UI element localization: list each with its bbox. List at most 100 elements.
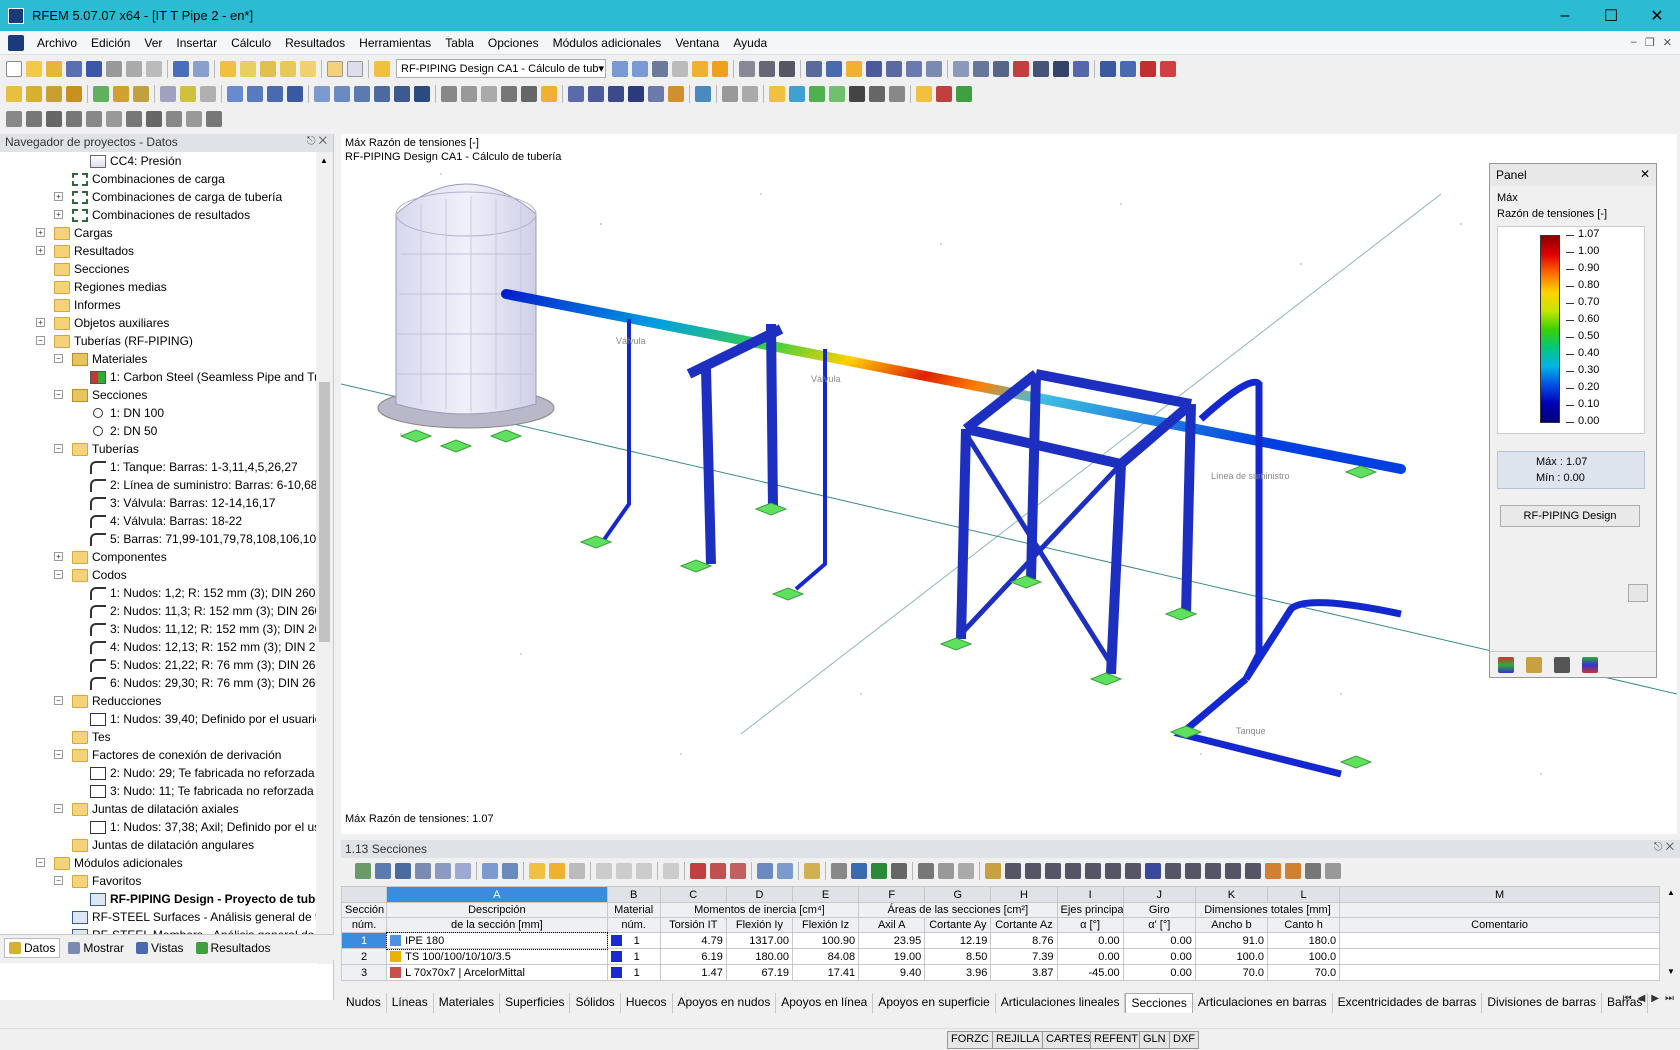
maximize-button[interactable]: ☐ bbox=[1588, 0, 1634, 31]
section-rec2-icon[interactable] bbox=[1265, 863, 1281, 879]
surfaces-icon[interactable] bbox=[906, 60, 922, 77]
open-project-icon[interactable] bbox=[46, 60, 62, 77]
save-icon[interactable] bbox=[86, 60, 102, 77]
zoom-icon[interactable] bbox=[240, 60, 256, 77]
menu-opciones[interactable]: Opciones bbox=[481, 36, 546, 50]
value-cell-i[interactable]: -45.00 bbox=[1056, 964, 1124, 981]
color-bar-icon[interactable] bbox=[936, 85, 952, 102]
table-tab[interactable]: Articulaciones en barras bbox=[1193, 993, 1333, 1013]
deformation-icon[interactable] bbox=[692, 60, 708, 77]
expand-icon[interactable]: + bbox=[36, 318, 45, 327]
save-all-icon[interactable] bbox=[66, 60, 82, 77]
tree-item[interactable]: + Resultados bbox=[0, 242, 316, 260]
tab-first-icon[interactable]: ⏮ bbox=[1623, 993, 1632, 1004]
results-toggle-icon[interactable] bbox=[652, 60, 668, 77]
panel-factors-icon[interactable] bbox=[1526, 656, 1542, 673]
layer-icon[interactable] bbox=[769, 85, 785, 102]
collapse-icon[interactable]: − bbox=[54, 354, 63, 363]
pdf-icon[interactable] bbox=[1140, 60, 1156, 77]
table-import-icon[interactable] bbox=[375, 863, 391, 879]
table-undo-icon[interactable] bbox=[529, 863, 545, 879]
column-k-header[interactable]: K bbox=[1194, 886, 1269, 903]
previous-case-icon[interactable] bbox=[612, 60, 628, 77]
tree-item[interactable]: + Objetos auxiliares bbox=[0, 314, 316, 332]
menu-ventana[interactable]: Ventana bbox=[668, 36, 726, 50]
tree-item[interactable]: Juntas de dilatación angulares bbox=[0, 836, 316, 854]
visibility-icon[interactable] bbox=[789, 85, 805, 102]
column-a-header[interactable]: A bbox=[386, 886, 608, 903]
column-j-header[interactable]: J bbox=[1122, 886, 1196, 903]
tree-item[interactable]: Secciones bbox=[0, 260, 316, 278]
table-copy-row-icon[interactable] bbox=[616, 863, 632, 879]
value-cell-f[interactable]: 19.00 bbox=[858, 948, 926, 965]
value-cell-g[interactable]: 8.50 bbox=[924, 948, 992, 965]
tree-item[interactable]: − Reducciones bbox=[0, 692, 316, 710]
panel-filter-icon[interactable] bbox=[1554, 656, 1570, 673]
comment-cell[interactable] bbox=[1339, 948, 1660, 965]
table-tab[interactable]: Apoyos en nudos bbox=[673, 993, 777, 1013]
rf-piping-design-button[interactable]: RF-PIPING Design bbox=[1500, 505, 1640, 527]
status-rejilla-button[interactable]: REJILLA bbox=[992, 1031, 1044, 1049]
table-filter-icon[interactable] bbox=[415, 863, 431, 879]
value-cell-i[interactable]: 0.00 bbox=[1056, 948, 1124, 965]
view-zoom-window-icon[interactable] bbox=[541, 85, 557, 102]
nodes-icon[interactable] bbox=[866, 60, 882, 77]
collapse-icon[interactable]: − bbox=[54, 696, 63, 705]
tank[interactable] bbox=[377, 183, 555, 429]
table-insert-row-icon[interactable] bbox=[596, 863, 612, 879]
value-cell-k[interactable]: 100.0 bbox=[1194, 948, 1269, 965]
table-tab[interactable]: Articulaciones lineales bbox=[996, 993, 1126, 1013]
result-table-icon[interactable] bbox=[779, 60, 795, 77]
table-tab[interactable]: Apoyos en superficie bbox=[873, 993, 996, 1013]
pipe-spring-icon[interactable] bbox=[186, 110, 202, 127]
table-row[interactable]: 2 TS 100/100/10/10/3.5 1 6.19 180.00 84.08 19.… bbox=[340, 948, 1660, 965]
highlight-icon[interactable] bbox=[846, 60, 862, 77]
edit-icon[interactable] bbox=[220, 60, 236, 77]
color-legend[interactable]: 1.07 1.00 0.90 0.80 0.70 0.60 0.50 0.40 … bbox=[1497, 226, 1645, 434]
menu-insertar[interactable]: Insertar bbox=[169, 36, 224, 50]
value-cell-f[interactable]: 23.95 bbox=[858, 932, 926, 949]
status-gln-button[interactable]: GLN bbox=[1139, 1031, 1170, 1049]
navigator-pin-icon[interactable]: ⎋ ✕ bbox=[307, 135, 327, 148]
tree-item[interactable]: 2: Línea de suministro: Barras: 6-10,68-… bbox=[0, 476, 316, 494]
section-hea-icon[interactable] bbox=[1025, 863, 1041, 879]
table-tab[interactable]: Superficies bbox=[500, 993, 571, 1013]
value-cell-l[interactable]: 70.0 bbox=[1266, 964, 1341, 981]
mdi-restore-icon[interactable]: ❐ bbox=[1645, 36, 1655, 49]
table-tab[interactable]: Secciones bbox=[1125, 993, 1193, 1013]
collapse-icon[interactable]: − bbox=[54, 876, 63, 885]
close-button[interactable]: ✕ bbox=[1634, 0, 1680, 31]
status-cartes-button[interactable]: CARTES bbox=[1042, 1031, 1095, 1049]
pipe-rack-frame-left[interactable] bbox=[686, 323, 784, 565]
dxf-icon[interactable] bbox=[889, 85, 905, 102]
tree-item[interactable]: 1: Tanque: Barras: 1-3,11,4,5,26,27 bbox=[0, 458, 316, 476]
value-cell-e[interactable]: 17.41 bbox=[791, 964, 860, 981]
table-pin-icon[interactable]: ⎋ ✕ bbox=[1654, 841, 1674, 854]
value-cell-j[interactable]: 0.00 bbox=[1122, 964, 1196, 981]
tab-last-icon[interactable]: ⏭ bbox=[1665, 993, 1674, 1004]
value-cell-k[interactable]: 91.0 bbox=[1194, 932, 1269, 949]
tree-item[interactable]: Informes bbox=[0, 296, 316, 314]
value-cell-c[interactable]: 4.79 bbox=[659, 932, 727, 949]
menu-herramientas[interactable]: Herramientas bbox=[352, 36, 438, 50]
section-l-icon[interactable] bbox=[1165, 863, 1181, 879]
pipe-nozzle-icon[interactable] bbox=[206, 110, 222, 127]
value-cell-i[interactable]: 0.00 bbox=[1056, 932, 1124, 949]
navigator-vscroll[interactable]: ▲ bbox=[316, 152, 333, 964]
section-ts-icon[interactable] bbox=[1205, 863, 1221, 879]
panel-close-icon[interactable]: ✕ bbox=[1640, 167, 1650, 181]
comment-icon[interactable] bbox=[742, 85, 758, 102]
expand-icon[interactable]: + bbox=[54, 210, 63, 219]
tree-item[interactable]: 3: Nudos: 11,12; R: 152 mm (3); DIN 2605 bbox=[0, 620, 316, 638]
value-cell-l[interactable]: 100.0 bbox=[1266, 948, 1341, 965]
axis-icon[interactable] bbox=[180, 85, 196, 102]
measure-icon[interactable] bbox=[953, 60, 969, 77]
tree-item[interactable]: − Materiales bbox=[0, 350, 316, 368]
status-refent-button[interactable]: REFENT bbox=[1090, 1031, 1142, 1049]
panel-colors-icon[interactable] bbox=[1498, 656, 1514, 673]
grid-view-icon[interactable] bbox=[327, 60, 343, 77]
tree-item[interactable]: CC4: Presión bbox=[0, 152, 316, 170]
opening-tool-icon[interactable] bbox=[247, 85, 263, 102]
options-icon[interactable] bbox=[1073, 60, 1089, 77]
value-cell-e[interactable]: 84.08 bbox=[791, 948, 860, 965]
